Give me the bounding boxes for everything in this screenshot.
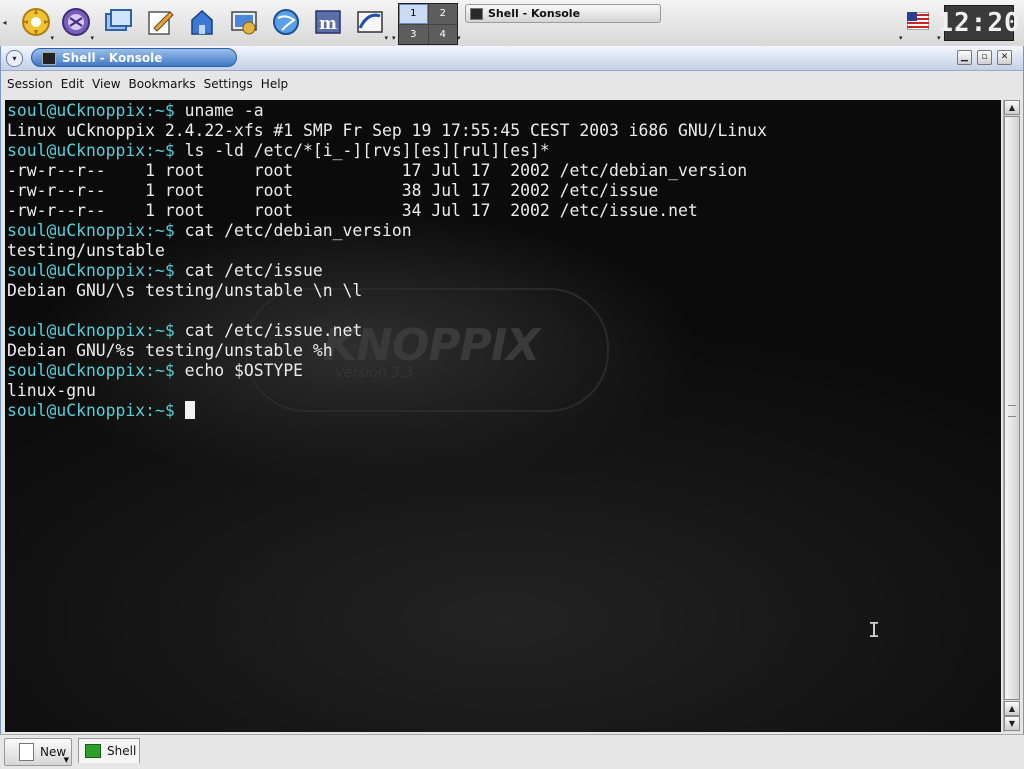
konsole-icon bbox=[42, 52, 56, 65]
terminal-scrollbar[interactable]: ▲ ▲ ▼ bbox=[1003, 100, 1020, 732]
terminal-line: linux-gnu bbox=[7, 381, 767, 401]
terminal-line-text: -rw-r--r-- 1 root root 38 Jul 17 2002 /e… bbox=[7, 181, 659, 200]
scroll-up-button[interactable]: ▲ bbox=[1004, 100, 1020, 115]
terminal-line: soul@uCknoppix:~$ cat /etc/issue.net bbox=[7, 321, 767, 341]
terminal-line: Linux uCknoppix 2.4.22-xfs #1 SMP Fr Sep… bbox=[7, 121, 767, 141]
terminal-line-text: uname -a bbox=[174, 101, 264, 120]
menu-view[interactable]: View bbox=[92, 77, 120, 91]
terminal-line-text: cat /etc/issue.net bbox=[174, 321, 363, 340]
new-document-icon bbox=[19, 743, 34, 761]
terminal-line: -rw-r--r-- 1 root root 17 Jul 17 2002 /e… bbox=[7, 161, 767, 181]
terminal-launcher-icon[interactable]: m bbox=[310, 4, 346, 40]
maximize-button[interactable]: ▫ bbox=[977, 50, 992, 65]
scroll-down-button[interactable]: ▼ bbox=[1004, 716, 1020, 731]
window-title-tab[interactable]: Shell - Konsole bbox=[31, 48, 237, 67]
home-folder-icon[interactable] bbox=[184, 4, 220, 40]
window-list-icon[interactable] bbox=[100, 4, 136, 40]
terminal-line-text: echo $OSTYPE bbox=[174, 361, 304, 380]
terminal-line: Debian GNU/\s testing/unstable \n \l bbox=[7, 281, 767, 301]
terminal-line: soul@uCknoppix:~$ cat /etc/debian_versio… bbox=[7, 221, 767, 241]
shell-prompt: soul@uCknoppix:~$ bbox=[7, 321, 175, 340]
terminal-line-text bbox=[175, 401, 185, 420]
scrollbar-grip-icon bbox=[1008, 405, 1016, 417]
tab-shell-label: Shell bbox=[107, 744, 137, 758]
new-session-dropdown-icon[interactable]: ▼ bbox=[64, 756, 69, 764]
terminal-line-text: Linux uCknoppix 2.4.22-xfs #1 SMP Fr Sep… bbox=[7, 121, 767, 140]
pager-desktop-2[interactable]: 2 bbox=[428, 4, 457, 24]
ibeam-cursor-icon: I bbox=[868, 618, 881, 642]
window-titlebar[interactable]: ▾ Shell - Konsole ▁ ▫ ✕ bbox=[1, 46, 1023, 71]
shell-prompt: soul@uCknoppix:~$ bbox=[7, 261, 175, 280]
terminal-output: soul@uCknoppix:~$ uname -a Linux uCknoppi… bbox=[7, 101, 767, 421]
tray-arrow-icon[interactable]: ▾ bbox=[899, 34, 903, 42]
new-session-label: New bbox=[40, 745, 67, 759]
konsole-window: ▾ Shell - Konsole ▁ ▫ ✕ Session Edit Vie… bbox=[0, 46, 1024, 734]
text-cursor bbox=[184, 401, 195, 419]
keyboard-layout-flag-icon[interactable] bbox=[906, 11, 930, 31]
window-title: Shell - Konsole bbox=[62, 50, 163, 65]
svg-text:m: m bbox=[319, 14, 337, 34]
kde-menu-icon[interactable]: ▾ bbox=[18, 4, 54, 42]
terminal-line: soul@uCknoppix:~$ cat /etc/issue bbox=[7, 261, 767, 281]
taskbar-item-label: Shell - Konsole bbox=[488, 7, 581, 20]
pager-desktop-1[interactable]: 1 bbox=[399, 4, 428, 24]
web-browser-icon[interactable] bbox=[268, 4, 304, 40]
terminal-line-text: Debian GNU/\s testing/unstable \n \l bbox=[7, 281, 363, 300]
knoppix-icon[interactable]: ▾ bbox=[58, 4, 94, 42]
menu-edit[interactable]: Edit bbox=[61, 77, 84, 91]
pager-desktop-3[interactable]: 3 bbox=[399, 24, 428, 44]
menu-help[interactable]: Help bbox=[261, 77, 288, 91]
scroll-up-button-2[interactable]: ▲ bbox=[1004, 701, 1020, 716]
menubar: Session Edit View Bookmarks Settings Hel… bbox=[1, 71, 1023, 96]
konsole-mini-icon bbox=[470, 7, 483, 20]
taskbar-menu-arrow-icon[interactable]: ▾ bbox=[457, 34, 461, 42]
menu-bookmarks[interactable]: Bookmarks bbox=[129, 77, 196, 91]
terminal-line: soul@uCknoppix:~$ uname -a bbox=[7, 101, 767, 121]
shell-prompt: soul@uCknoppix:~$ bbox=[7, 361, 175, 380]
shell-prompt: soul@uCknoppix:~$ bbox=[7, 221, 175, 240]
scrollbar-thumb[interactable] bbox=[1004, 116, 1020, 700]
session-tabbar: New ▼ Shell bbox=[0, 734, 1024, 769]
pager-desktop-4[interactable]: 4 bbox=[428, 24, 457, 44]
desktop-pager: 1 2 3 4 bbox=[398, 3, 458, 45]
terminal-line-text: -rw-r--r-- 1 root root 17 Jul 17 2002 /e… bbox=[7, 161, 748, 180]
shell-tab-icon bbox=[85, 744, 101, 758]
pager-menu-arrow-icon[interactable]: ▾ bbox=[392, 34, 396, 42]
shell-prompt: soul@uCknoppix:~$ bbox=[7, 401, 175, 420]
shell-prompt: soul@uCknoppix:~$ bbox=[7, 101, 175, 120]
window-menu-button[interactable]: ▾ bbox=[6, 50, 23, 67]
terminal-line: -rw-r--r-- 1 root root 38 Jul 17 2002 /e… bbox=[7, 181, 767, 201]
taskbar-item-konsole[interactable]: Shell - Konsole bbox=[465, 4, 661, 23]
terminal-line-text: linux-gnu bbox=[7, 381, 96, 400]
terminal-line: soul@uCknoppix:~$ ls -ld /etc/*[i_-][rvs… bbox=[7, 141, 767, 161]
panel-clock[interactable]: 12:20 bbox=[937, 5, 1020, 41]
terminal-line: soul@uCknoppix:~$ echo $OSTYPE bbox=[7, 361, 767, 381]
terminal-line-text: -rw-r--r-- 1 root root 34 Jul 17 2002 /e… bbox=[7, 201, 698, 220]
terminal-line-text: ls -ld /etc/*[i_-][rvs][es][rul][es]* bbox=[174, 141, 550, 160]
close-button[interactable]: ✕ bbox=[997, 50, 1012, 65]
terminal-line: soul@uCknoppix:~$ bbox=[7, 401, 767, 421]
new-session-button[interactable]: New ▼ bbox=[4, 738, 72, 766]
minimize-button[interactable]: ▁ bbox=[957, 50, 972, 65]
tab-shell[interactable]: Shell bbox=[78, 738, 140, 763]
terminal-line-text: testing/unstable bbox=[7, 241, 165, 260]
control-center-icon[interactable] bbox=[226, 4, 262, 40]
terminal-line-text: cat /etc/debian_version bbox=[174, 221, 412, 240]
terminal-area[interactable]: KNOPPIX Version 3.3 soul@uCknoppix:~$ un… bbox=[5, 100, 1001, 732]
kde-panel: ◂ ▾ ▾ m ▾ 1 2 3 4 ▾ ▾ Shell - Konsole ▾ … bbox=[0, 0, 1024, 47]
panel-hide-left-button[interactable]: ◂ bbox=[1, 4, 8, 42]
taskbar: Shell - Konsole bbox=[463, 3, 901, 43]
terminal-line: -rw-r--r-- 1 root root 34 Jul 17 2002 /e… bbox=[7, 201, 767, 221]
office-icon[interactable]: ▾ bbox=[352, 4, 388, 42]
terminal-line-text: Debian GNU/%s testing/unstable %h bbox=[7, 341, 333, 360]
terminal-line-text: cat /etc/issue bbox=[174, 261, 323, 280]
menu-session[interactable]: Session bbox=[7, 77, 53, 91]
shell-prompt: soul@uCknoppix:~$ bbox=[7, 141, 175, 160]
terminal-line: testing/unstable bbox=[7, 241, 767, 261]
terminal-line: Debian GNU/%s testing/unstable %h bbox=[7, 341, 767, 361]
text-editor-icon[interactable] bbox=[142, 4, 178, 40]
menu-settings[interactable]: Settings bbox=[204, 77, 253, 91]
